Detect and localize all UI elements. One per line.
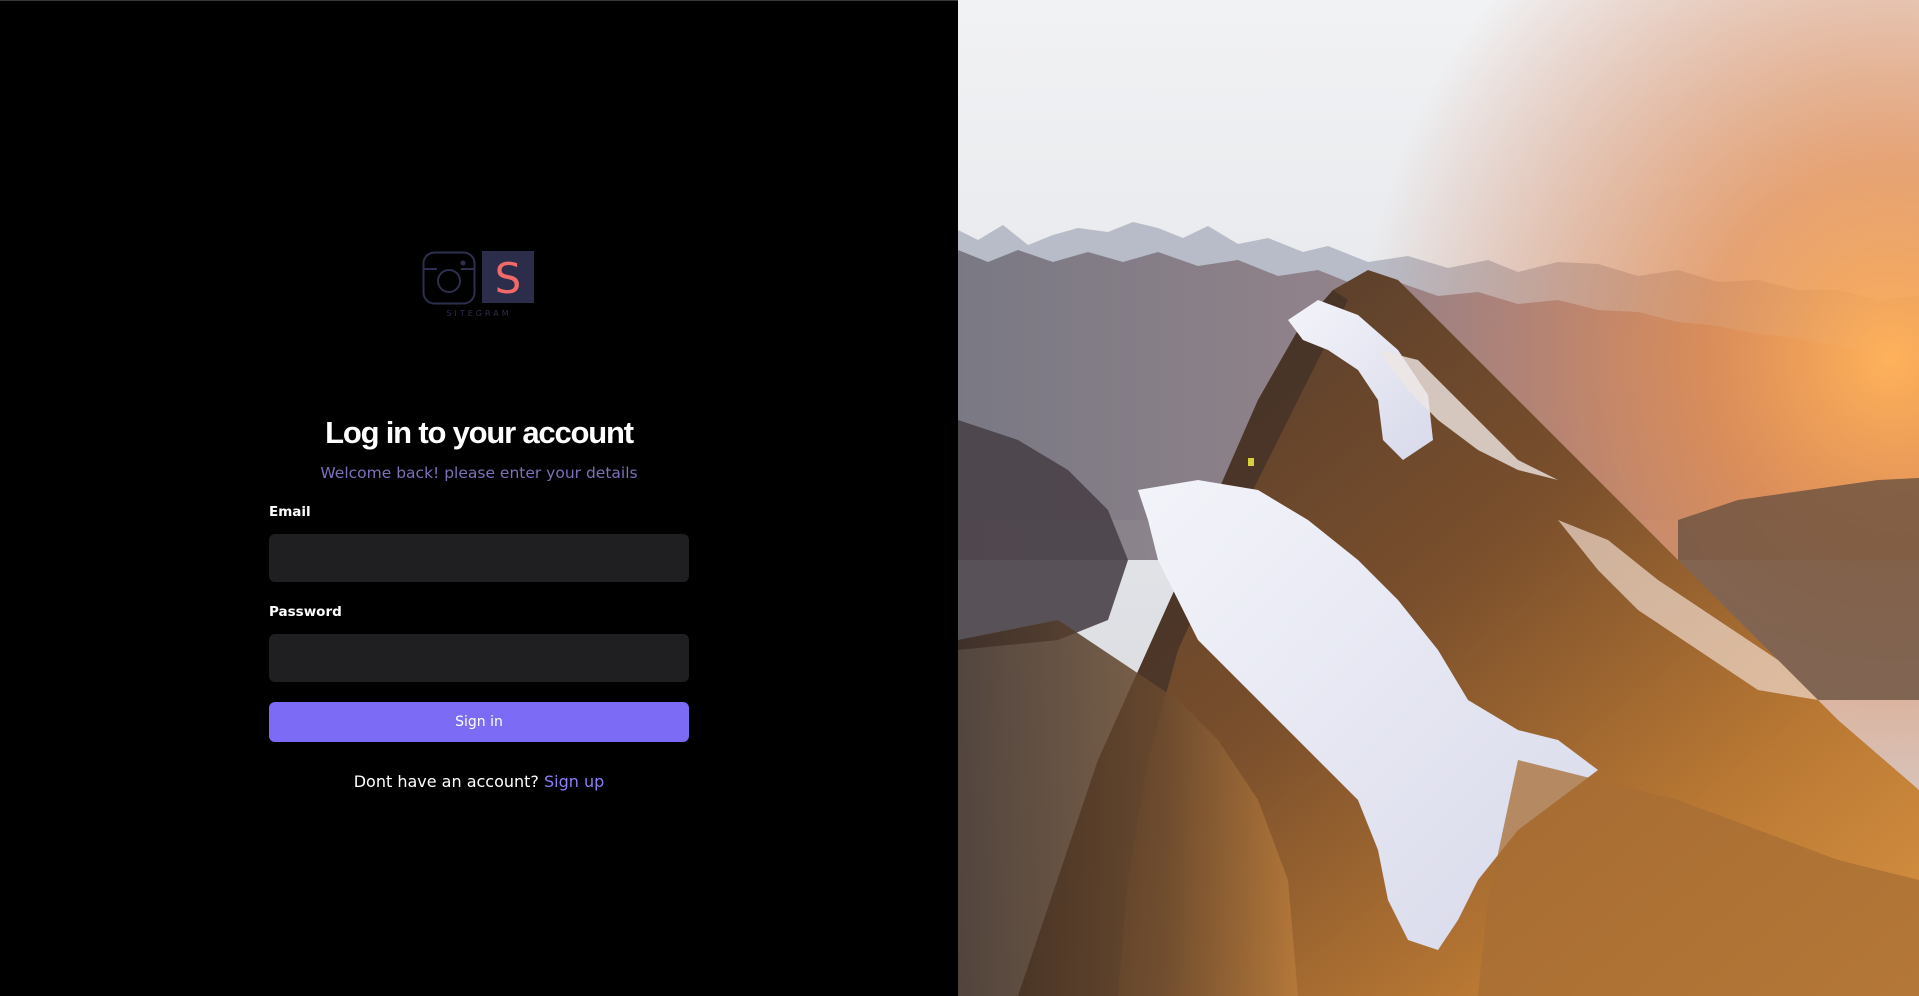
brand-logo: S SITEGRAM (422, 251, 536, 321)
password-field[interactable] (269, 634, 689, 682)
camera-icon (422, 251, 476, 305)
login-panel: S SITEGRAM Log in to your account Welcom… (0, 0, 958, 996)
mountain-ridge-photo (958, 0, 1919, 996)
email-field[interactable] (269, 534, 689, 582)
login-form: Email Password Sign in (269, 504, 689, 742)
login-page: S SITEGRAM Log in to your account Welcom… (0, 0, 1919, 996)
email-label: Email (269, 504, 311, 520)
hero-panel (958, 0, 1919, 996)
sign-in-button[interactable]: Sign in (269, 702, 689, 742)
logo-letter: S (495, 254, 522, 303)
email-field-group: Email (269, 504, 689, 582)
password-field-group: Password (269, 604, 689, 682)
signup-prompt: Dont have an account? (353, 772, 539, 791)
logo-wordmark: SITEGRAM (446, 309, 512, 318)
logo-letter-box: S (482, 251, 534, 303)
signup-row: Dont have an account? Sign up (0, 772, 958, 791)
sign-up-link[interactable]: Sign up (544, 772, 604, 791)
page-subtitle: Welcome back! please enter your details (320, 464, 638, 482)
password-label: Password (269, 604, 342, 620)
page-title: Log in to your account (325, 415, 634, 450)
